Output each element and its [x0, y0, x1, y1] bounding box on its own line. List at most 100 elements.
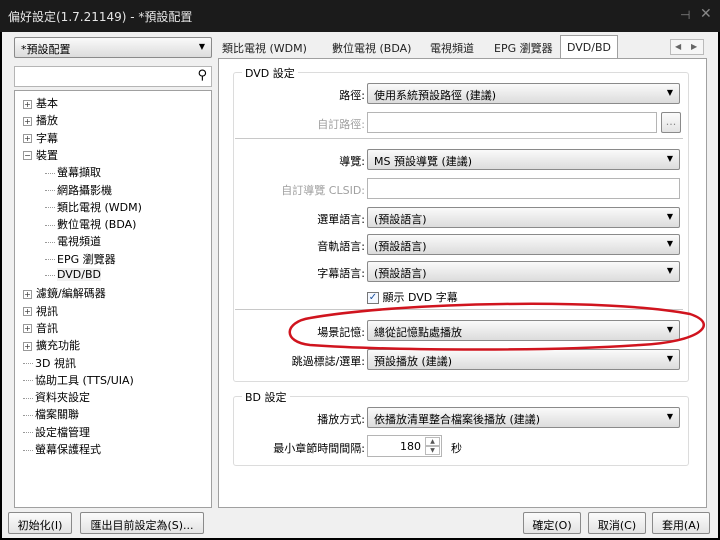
tree-item-label: 協助工具 (TTS/UIA)	[35, 373, 134, 387]
stepper-down-icon[interactable]: ▼	[425, 446, 440, 455]
profile-select[interactable]: *預設配置 ▼	[14, 37, 212, 58]
expand-icon[interactable]: +	[23, 134, 32, 144]
divider	[235, 138, 683, 139]
expand-icon[interactable]: +	[23, 341, 32, 351]
export-button[interactable]: 匯出目前設定為(S)...	[80, 512, 204, 534]
chevron-down-icon: ▼	[666, 266, 673, 275]
tree-connector	[23, 414, 33, 416]
tree-item[interactable]: + 播放	[23, 112, 58, 128]
navigator-value: MS 預設導覽 (建議)	[374, 155, 473, 168]
tree-item[interactable]: 設定檔管理	[23, 424, 90, 440]
tree-item-label: 網路攝影機	[57, 183, 112, 197]
min-chapter-label: 最小章節時間間隔:	[273, 442, 365, 455]
tab-item[interactable]: EPG 瀏覽器	[494, 37, 553, 58]
tree-item[interactable]: + 擴充功能	[23, 337, 80, 353]
tree-connector	[23, 449, 33, 451]
tree-item[interactable]: 螢幕擷取	[45, 164, 101, 180]
stepper-up-icon[interactable]: ▲	[425, 437, 440, 446]
navigator-select[interactable]: MS 預設導覽 (建議) ▼	[367, 149, 680, 170]
pin-icon[interactable]: ⊣	[680, 8, 690, 22]
path-label: 路徑:	[339, 89, 365, 102]
tab-item[interactable]: 類比電視 (WDM)	[222, 37, 307, 58]
tree-item-label: 字幕	[36, 131, 58, 145]
tree-item[interactable]: − 裝置	[23, 147, 58, 163]
tree-item[interactable]: + 基本	[23, 95, 58, 111]
custom-path-input[interactable]	[367, 112, 657, 133]
menu-lang-select[interactable]: (預設語言) ▼	[367, 207, 680, 228]
apply-button[interactable]: 套用(A)	[652, 512, 710, 534]
tree-item[interactable]: 電視頻道	[45, 233, 101, 249]
tree-item[interactable]: + 視訊	[23, 303, 58, 319]
tree-item[interactable]: 資料夾設定	[23, 389, 90, 405]
tree-connector	[23, 397, 33, 399]
min-chapter-stepper[interactable]: 180 ▲ ▼	[367, 435, 442, 457]
tree-item[interactable]: + 濾鏡/編解碼器	[23, 285, 106, 301]
chevron-down-icon: ▼	[666, 239, 673, 248]
tree-item[interactable]: 協助工具 (TTS/UIA)	[23, 372, 134, 388]
tree-item-label: 數位電視 (BDA)	[57, 218, 137, 232]
tree-item[interactable]: + 字幕	[23, 130, 58, 146]
bd-mode-label: 播放方式:	[317, 413, 365, 426]
browse-button[interactable]: ...	[661, 112, 681, 133]
sub-lang-select[interactable]: (預設語言) ▼	[367, 261, 680, 282]
tree-item-label: 螢幕保護程式	[35, 443, 101, 456]
tree-item-label: 裝置	[36, 148, 58, 162]
tree-connector	[45, 207, 55, 209]
bd-mode-select[interactable]: 依播放清單整合檔案後播放 (建議) ▼	[367, 407, 680, 428]
expand-icon[interactable]: +	[23, 116, 32, 126]
sub-lang-label: 字幕語言:	[317, 267, 365, 280]
reset-button[interactable]: 初始化(I)	[8, 512, 72, 534]
close-icon[interactable]: ✕	[700, 6, 712, 22]
tree-item[interactable]: 3D 視訊	[23, 355, 76, 371]
tree-connector	[45, 190, 55, 191]
chevron-down-icon: ▼	[666, 212, 673, 221]
chevron-down-icon: ▼	[666, 354, 673, 363]
search-input[interactable]: ⚲	[14, 66, 212, 87]
tree-item[interactable]: 檔案關聯	[23, 406, 79, 422]
min-chapter-value: 180	[400, 440, 421, 453]
menu-lang-value: (預設語言)	[374, 213, 427, 226]
tab-scroll: ◀ ▶	[670, 39, 704, 55]
custom-nav-input[interactable]	[367, 178, 680, 199]
tree-connector	[45, 274, 55, 276]
tree-item[interactable]: 數位電視 (BDA)	[45, 216, 136, 232]
tree-item-label: 設定檔管理	[35, 425, 90, 439]
tree-connector	[45, 172, 55, 174]
collapse-icon[interactable]: −	[23, 151, 32, 161]
chevron-down-icon: ▼	[666, 88, 673, 97]
tree-item-label: 播放	[36, 114, 58, 128]
navigator-label: 導覽:	[339, 155, 365, 168]
menu-lang-label: 選單語言:	[317, 213, 365, 226]
path-select[interactable]: 使用系統預設路徑 (建議) ▼	[367, 83, 680, 104]
sub-lang-value: (預設語言)	[374, 267, 427, 280]
ok-button[interactable]: 確定(O)	[523, 512, 581, 534]
tree-item[interactable]: 螢幕保護程式	[23, 441, 101, 457]
tree-item[interactable]: EPG 瀏覽器	[45, 251, 116, 267]
tab-item[interactable]: 電視頻道	[430, 37, 474, 58]
tree-item[interactable]: + 音訊	[23, 320, 58, 336]
custom-path-label: 自訂路徑:	[317, 118, 365, 131]
scroll-left-icon[interactable]: ◀	[675, 42, 681, 51]
expand-icon[interactable]: +	[23, 289, 32, 299]
title-bar: 偏好設定(1.7.21149) - *預設配置 ⊣ ✕	[0, 0, 720, 32]
expand-icon[interactable]: +	[23, 307, 32, 317]
tree-item-label: 擴充功能	[36, 339, 80, 353]
scroll-right-icon[interactable]: ▶	[691, 42, 697, 51]
tree-item[interactable]: 類比電視 (WDM)	[45, 199, 142, 215]
group-title: DVD 設定	[242, 65, 298, 81]
tree-item[interactable]: DVD/BD	[45, 268, 101, 281]
cancel-button[interactable]: 取消(C)	[588, 512, 646, 534]
tab-item[interactable]: DVD/BD	[560, 35, 618, 59]
audio-lang-select[interactable]: (預設語言) ▼	[367, 234, 680, 255]
search-icon[interactable]: ⚲	[197, 68, 207, 83]
tree-item[interactable]: 網路攝影機	[45, 182, 112, 198]
tab-item[interactable]: 數位電視 (BDA)	[332, 37, 411, 58]
tree-item-label: 螢幕擷取	[57, 166, 101, 180]
chevron-down-icon: ▼	[666, 412, 673, 421]
tree-item-label: DVD/BD	[57, 268, 101, 281]
window-title: 偏好設定(1.7.21149) - *預設配置	[8, 10, 193, 24]
expand-icon[interactable]: +	[23, 324, 32, 334]
expand-icon[interactable]: +	[23, 99, 32, 109]
skip-label: 跳過標誌/選單:	[291, 355, 365, 368]
tree-item-label: 濾鏡/編解碼器	[36, 287, 106, 301]
